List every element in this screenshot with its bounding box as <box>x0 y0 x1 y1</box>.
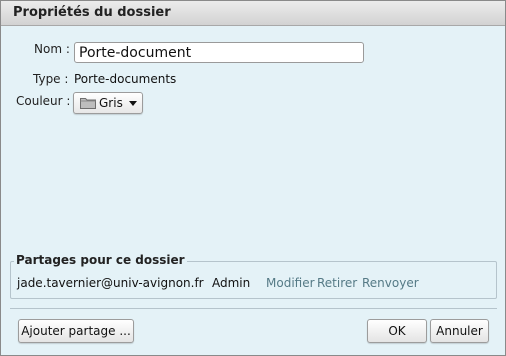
color-dropdown[interactable]: Gris <box>73 92 143 114</box>
type-value: Porte-documents <box>74 72 177 86</box>
name-input[interactable] <box>74 42 364 63</box>
shares-legend: Partages pour ce dossier <box>14 253 187 267</box>
add-share-button[interactable]: Ajouter partage ... <box>18 319 134 343</box>
share-resend-link[interactable]: Renvoyer <box>362 276 419 290</box>
share-role: Admin <box>212 276 251 290</box>
share-modify-link[interactable]: Modifier <box>266 276 315 290</box>
ok-button[interactable]: OK <box>367 319 427 343</box>
name-label: Nom : <box>34 42 70 56</box>
share-remove-link[interactable]: Retirer <box>317 276 357 290</box>
dialog-body: Nom : Type : Porte-documents Couleur : G… <box>1 26 505 356</box>
chevron-down-icon <box>129 101 137 106</box>
color-label: Couleur : <box>16 94 71 108</box>
folder-properties-dialog: Propriétés du dossier Nom : Type : Porte… <box>0 0 506 356</box>
dialog-title: Propriétés du dossier <box>13 5 171 20</box>
footer-separator <box>10 308 497 309</box>
color-value: Gris <box>99 96 123 110</box>
dialog-titlebar[interactable]: Propriétés du dossier <box>1 1 505 26</box>
type-label: Type : <box>33 72 69 86</box>
share-email: jade.tavernier@univ-avignon.fr <box>17 276 204 290</box>
folder-icon <box>80 98 96 109</box>
cancel-button[interactable]: Annuler <box>430 319 489 343</box>
